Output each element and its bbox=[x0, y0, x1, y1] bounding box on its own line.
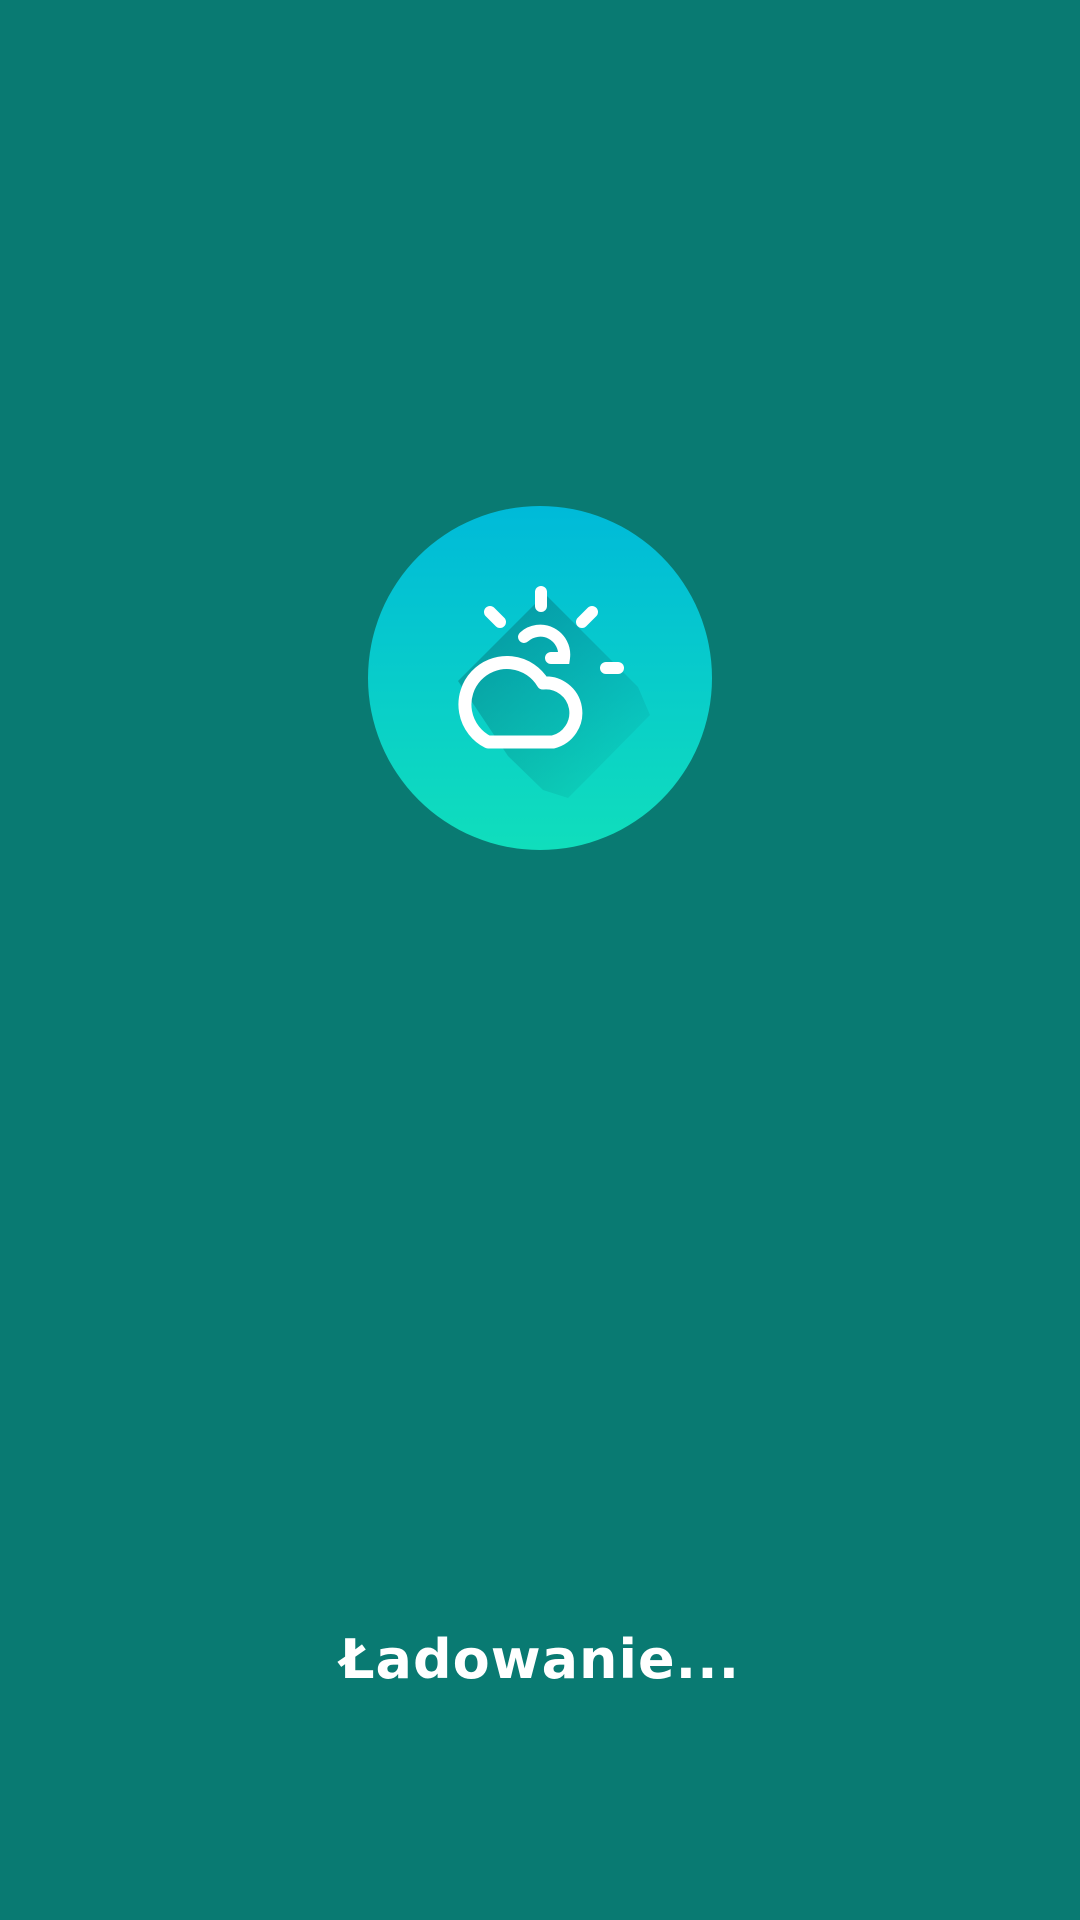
loading-text: Ładowanie... bbox=[339, 1628, 741, 1691]
splash-screen: Ładowanie... bbox=[0, 0, 1080, 1920]
partly-cloudy-weather-icon bbox=[368, 506, 712, 850]
app-logo bbox=[368, 506, 712, 850]
